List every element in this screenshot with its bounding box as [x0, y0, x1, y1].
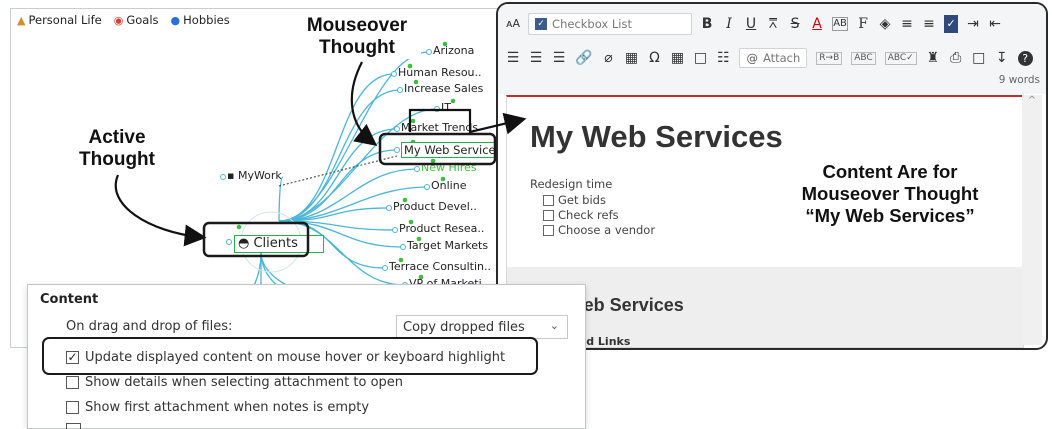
chevron-down-icon: ⌄ [549, 319, 559, 332]
drag-drop-label: On drag and drop of files: [66, 319, 233, 334]
content-link-arrow [408, 108, 527, 135]
drag-drop-value: Copy dropped files [403, 319, 525, 335]
mouseover-frame [378, 132, 497, 166]
checkbox-unchecked[interactable] [66, 401, 79, 414]
checkbox-unchecked[interactable] [66, 376, 79, 389]
option-show-first-attachment[interactable]: Show first attachment when notes is empt… [66, 400, 369, 415]
option-label: Show first attachment when notes is empt… [85, 400, 370, 415]
mouseover-arrow [350, 61, 378, 147]
option-show-details[interactable]: Show details when selecting attachment t… [66, 375, 403, 390]
highlight-frame [42, 337, 538, 375]
drag-drop-select[interactable]: Copy dropped files ⌄ [396, 315, 568, 339]
options-heading: Content [40, 292, 99, 307]
checkbox-partial [66, 423, 81, 429]
active-frame [202, 221, 310, 258]
active-arrow [114, 174, 207, 247]
option-label: Show details when selecting attachment t… [85, 375, 404, 390]
